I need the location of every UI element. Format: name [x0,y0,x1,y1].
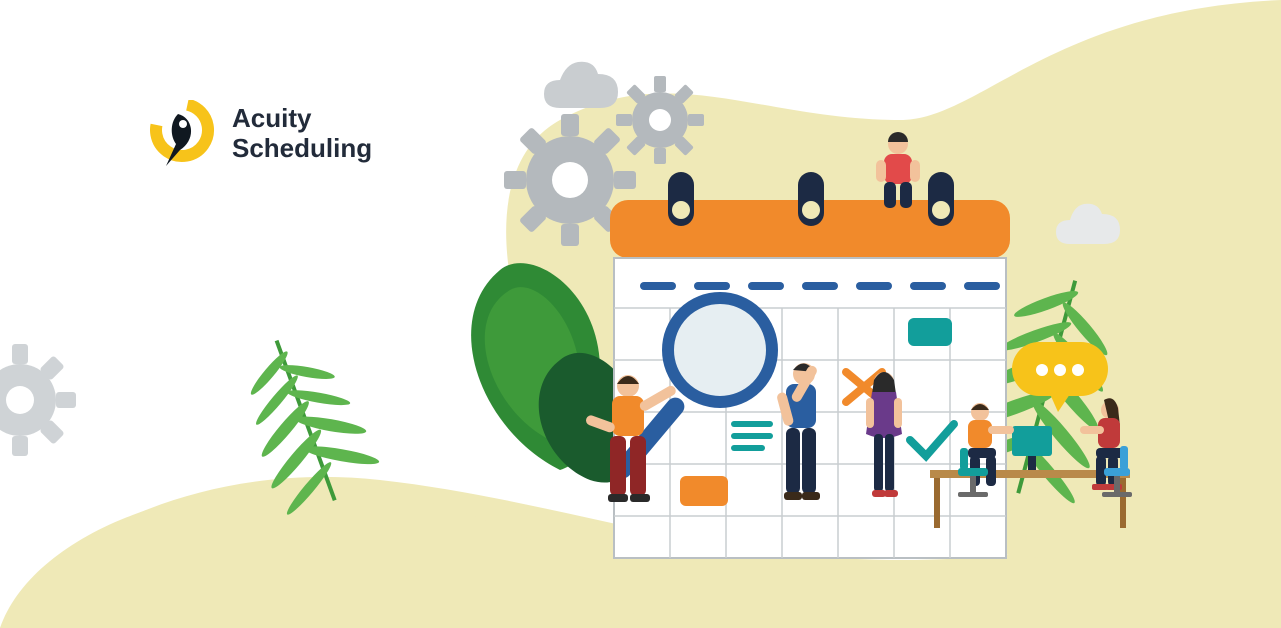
brand-logo-mark [150,100,218,168]
brand-name-line1: Acuity [232,104,372,134]
brand-logo: Acuity Scheduling [150,100,372,168]
brand-name-line2: Scheduling [232,134,372,164]
hero-illustration [0,0,1281,628]
brand-logo-text: Acuity Scheduling [232,104,372,164]
gear-icon [0,344,76,456]
cloud-icon [544,62,618,108]
